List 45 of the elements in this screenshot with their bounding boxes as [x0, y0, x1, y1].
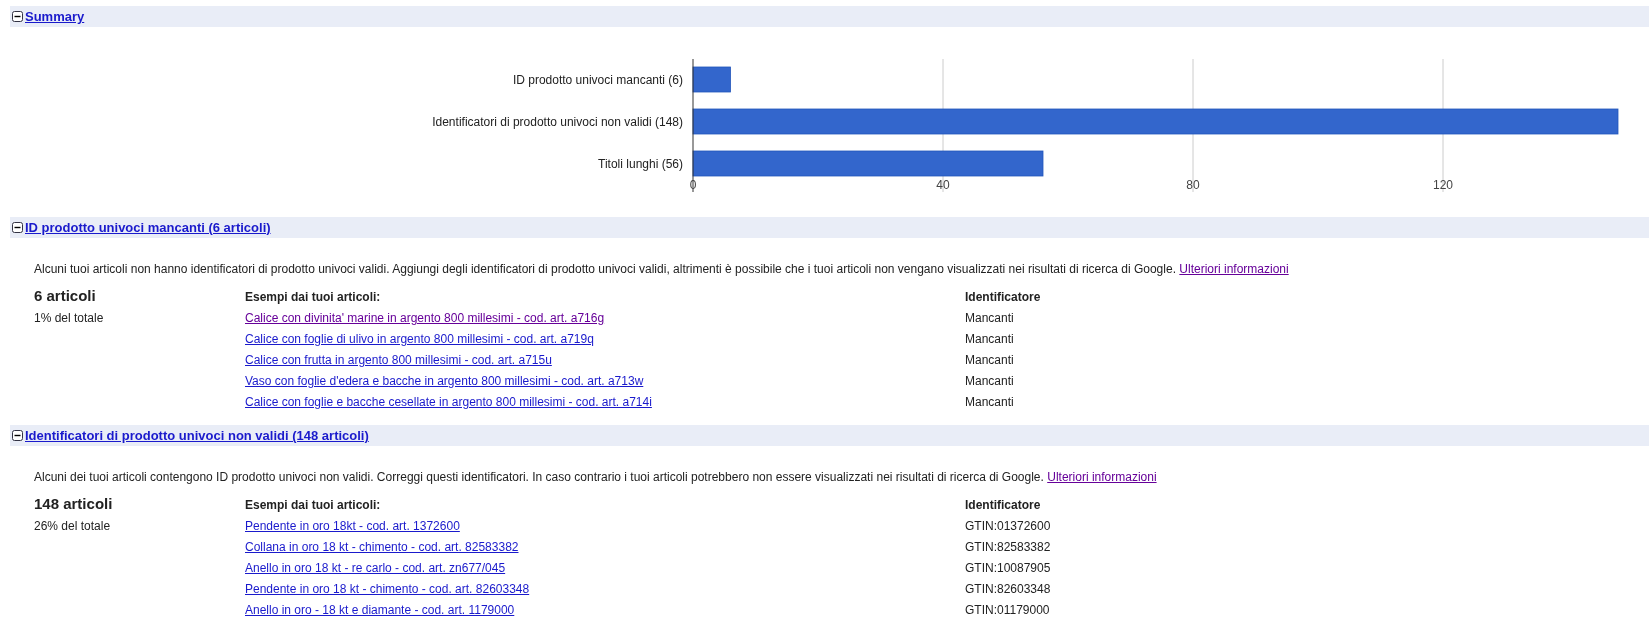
- product-link[interactable]: Vaso con foglie d'edera e bacche in argento 800 millesimi - cod. art. a713w: [245, 374, 644, 388]
- product-link[interactable]: Anello in oro 18 kt - re carlo - cod. art. zn677/045: [245, 561, 506, 575]
- identifier-cell-text: GTIN:01372600: [965, 519, 1052, 533]
- category-label: Titoli lunghi (56): [598, 157, 683, 171]
- identifier-cell-text: Mancanti: [965, 332, 1015, 346]
- tick-label: 120: [1433, 178, 1453, 192]
- column-header: Esempi dai tuoi articoli:: [245, 290, 382, 304]
- tick-label: 40: [936, 178, 950, 192]
- identifier-cell-text: GTIN:10087905: [965, 561, 1052, 575]
- column-header: Identificatore: [965, 290, 1042, 304]
- section-title-link[interactable]: ID prodotto univoci mancanti (6 articoli): [25, 220, 271, 235]
- share-text: 1% del totale: [34, 311, 105, 325]
- collapse-icon[interactable]: [12, 11, 23, 22]
- more-info-link[interactable]: Ulteriori informazioni: [1047, 470, 1157, 484]
- collapse-icon[interactable]: [12, 430, 23, 441]
- tick-label: 80: [1186, 178, 1200, 192]
- identifier-cell-text: Mancanti: [965, 311, 1015, 325]
- identifier-cell-text: GTIN:82603348: [965, 582, 1052, 596]
- product-link[interactable]: Pendente in oro 18kt - cod. art. 1372600: [245, 519, 460, 533]
- item-count: 148 articoli: [34, 495, 114, 512]
- section-description: Alcuni tuoi articoli non hanno identificatori di prodotto univoci validi. Aggiungi degli identificatori di prodotto univoci validi, altrimenti è possibile che i tuoi articoli non vengano visualizzati nei risultati di ricerca di Google. Ulteriori informazioni: [34, 262, 1290, 276]
- product-link[interactable]: Calice con foglie e bacche cesellate in argento 800 millesimi - cod. art. a714i: [245, 395, 652, 409]
- identifier-cell-text: Mancanti: [965, 374, 1015, 388]
- product-link[interactable]: Collana in oro 18 kt - chimento - cod. art. 82583382: [245, 540, 519, 554]
- section-title-link[interactable]: Identificatori di prodotto univoci non validi (148 articoli): [25, 428, 369, 443]
- section-description: Alcuni dei tuoi articoli contengono ID prodotto univoci non validi. Correggi questi identificatori. In caso contrario i tuoi articoli potrebbero non essere visualizzati nei risultati di ricerca di Google. Ulteriori informazioni: [34, 470, 1158, 484]
- category-label: Identificatori di prodotto univoci non validi (148): [432, 115, 683, 129]
- identifier-cell-text: GTIN:82583382: [965, 540, 1052, 554]
- category-label: ID prodotto univoci mancanti (6): [512, 73, 683, 87]
- product-link[interactable]: Calice con divinita' marine in argento 800 millesimi - cod. art. a716g: [245, 311, 605, 325]
- item-count: 6 articoli: [34, 287, 97, 304]
- identifier-cell-text: GTIN:01179000: [965, 603, 1051, 617]
- identifier-cell-text: Mancanti: [965, 395, 1015, 409]
- column-header: Identificatore: [965, 498, 1042, 512]
- more-info-link[interactable]: Ulteriori informazioni: [1179, 262, 1289, 276]
- tick-label: 0: [689, 178, 697, 192]
- product-link[interactable]: Pendente in oro 18 kt - chimento - cod. art. 82603348: [245, 582, 530, 596]
- column-header: Esempi dai tuoi articoli:: [245, 498, 382, 512]
- product-link[interactable]: Calice con foglie di ulivo in argento 800 millesimi - cod. art. a719q: [245, 332, 594, 346]
- section-title-link[interactable]: Summary: [25, 9, 85, 24]
- identifier-cell-text: Mancanti: [965, 353, 1015, 367]
- product-link[interactable]: Calice con frutta in argento 800 millesimi - cod. art. a715u: [245, 353, 552, 367]
- collapse-icon[interactable]: [12, 222, 23, 233]
- product-link[interactable]: Anello in oro - 18 kt e diamante - cod. art. 1179000: [245, 603, 515, 617]
- share-text: 26% del totale: [34, 519, 112, 533]
